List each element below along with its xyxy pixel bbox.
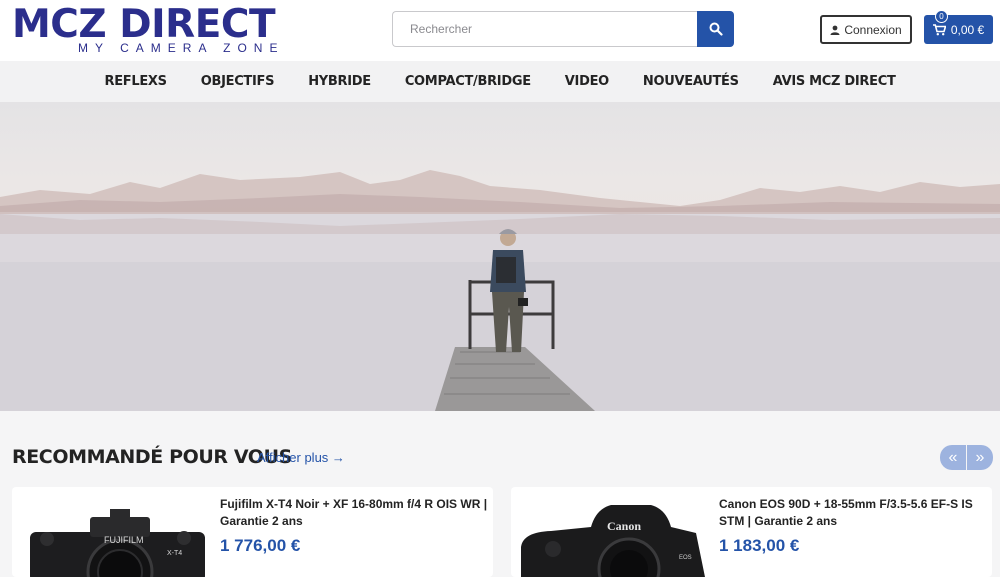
nav-item-video[interactable]: VIDEO bbox=[565, 74, 609, 89]
carousel-prev-button[interactable]: « bbox=[940, 445, 966, 470]
search-button[interactable] bbox=[697, 11, 734, 47]
nav-item-compact-bridge[interactable]: COMPACT/BRIDGE bbox=[405, 74, 531, 89]
model-mark-eos: EOS bbox=[679, 555, 692, 561]
logo-main-text: MCZ DIRECT bbox=[12, 2, 276, 47]
product-name[interactable]: Canon EOS 90D + 18-55mm F/3.5-5.6 EF-S I… bbox=[719, 496, 987, 530]
main-nav: REFLEXS OBJECTIFS HYBRIDE COMPACT/BRIDGE… bbox=[0, 61, 1000, 102]
nav-item-reflexs[interactable]: REFLEXS bbox=[104, 74, 167, 89]
login-button[interactable]: Connexion bbox=[820, 15, 912, 44]
search-input[interactable] bbox=[392, 11, 698, 47]
hero-banner[interactable] bbox=[0, 102, 1000, 411]
cart-count-badge: 0 bbox=[935, 10, 948, 23]
cart-icon bbox=[932, 23, 946, 35]
product-name[interactable]: Fujifilm X-T4 Noir + XF 16-80mm f/4 R OI… bbox=[220, 496, 488, 530]
search-bar bbox=[392, 11, 734, 47]
site-logo[interactable]: MCZ DIRECT MY CAMERA ZONE bbox=[12, 2, 308, 55]
user-icon bbox=[830, 25, 840, 35]
site-header: MCZ DIRECT MY CAMERA ZONE Connexion 0,00… bbox=[0, 0, 1000, 61]
product-price: 1 776,00 € bbox=[220, 536, 301, 555]
nav-item-nouveautes[interactable]: NOUVEAUTÉS bbox=[643, 74, 739, 89]
search-icon bbox=[709, 22, 723, 36]
nav-item-avis[interactable]: AVIS MCZ DIRECT bbox=[773, 74, 896, 89]
section-title: RECOMMANDÉ POUR VOUS bbox=[12, 446, 292, 468]
carousel-next-button[interactable]: » bbox=[967, 445, 993, 470]
brand-mark-fujifilm: FUJIFILM bbox=[104, 535, 144, 545]
login-label: Connexion bbox=[844, 22, 902, 37]
show-more-link[interactable]: Afficher plus → bbox=[257, 450, 345, 465]
brand-mark-canon: Canon bbox=[607, 519, 641, 533]
nav-item-objectifs[interactable]: OBJECTIFS bbox=[201, 74, 275, 89]
logo-sub-text: MY CAMERA ZONE bbox=[78, 41, 285, 55]
product-price: 1 183,00 € bbox=[719, 536, 800, 555]
cart-total: 0,00 € bbox=[950, 22, 985, 37]
hero-lake-photo bbox=[0, 170, 1000, 411]
cart-button[interactable]: 0,00 € bbox=[924, 15, 993, 44]
nav-item-hybride[interactable]: HYBRIDE bbox=[308, 74, 371, 89]
model-mark-xt4: X-T4 bbox=[167, 550, 182, 557]
